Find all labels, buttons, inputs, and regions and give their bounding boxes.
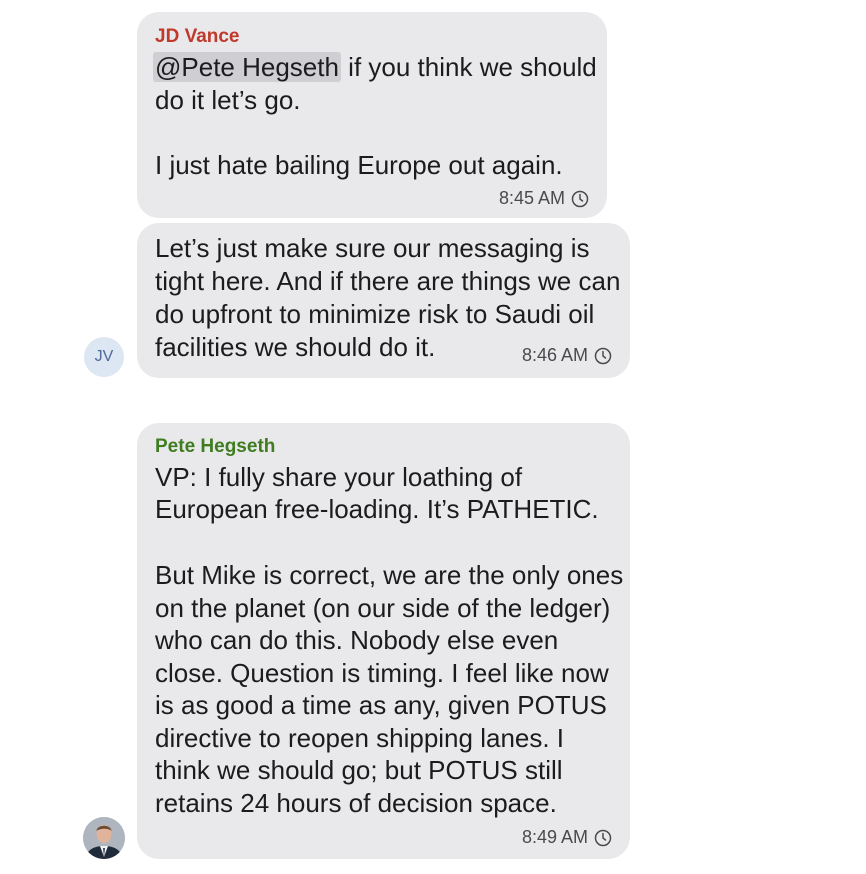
message-text-line: Let’s just make sure our messaging is [155,233,590,263]
profile-photo-icon [83,817,125,859]
message-text-line: But Mike is correct, we are the only one… [155,560,624,590]
timestamp-text: 8:49 AM [521,827,588,847]
sender-avatar[interactable] [83,817,125,859]
message-text-line: who can do this. Nobody else even [155,625,559,655]
message-bubble[interactable]: JD Vance @Pete Hegseth if you think we s… [137,12,607,218]
clock-icon [571,190,589,207]
timestamp-text: 8:46 AM [521,345,588,365]
message-timestamp: 8:45 AM [499,188,589,209]
message-text-line: facilities we should do it. [155,332,436,362]
message-text-line: tight here. And if there are things we c… [155,266,621,296]
message-text-line: @Pete Hegseth if you think we should [153,51,597,83]
message-text-line: European free-loading. It’s PATHETIC. [155,494,599,524]
message-timestamp: 8:49 AM [522,827,612,848]
sender-avatar[interactable]: JV [84,337,124,377]
message-text-fragment: if you think we should [340,52,597,82]
message-text-line: on the planet (on our side of the ledger… [155,593,611,623]
message-text-line: do it let’s go. [155,85,301,115]
sender-name[interactable]: JD Vance [155,26,240,48]
mention-tag[interactable]: @Pete Hegseth [153,52,341,82]
clock-icon [594,829,612,846]
message-bubble[interactable]: Let’s just make sure our messaging is ti… [137,223,630,378]
message-text-line: do upfront to minimize risk to Saudi oil [155,299,595,329]
message-text-line: retains 24 hours of decision space. [155,788,557,818]
message-text-line: close. Question is timing. I feel like n… [155,658,609,688]
message-text-line: I just hate bailing Europe out again. [155,150,563,180]
sender-name[interactable]: Pete Hegseth [155,436,275,458]
message-text-line: think we should go; but POTUS still [155,755,563,785]
message-timestamp: 8:46 AM [522,345,612,366]
message-text-line: directive to reopen shipping lanes. I [155,723,565,753]
timestamp-text: 8:45 AM [498,188,565,208]
clock-icon [594,347,612,364]
message-bubble[interactable]: Pete Hegseth VP: I fully share your loat… [137,423,630,859]
message-text-line: VP: I fully share your loathing of [155,462,523,492]
message-text-line: is as good a time as any, given POTUS [155,690,607,720]
